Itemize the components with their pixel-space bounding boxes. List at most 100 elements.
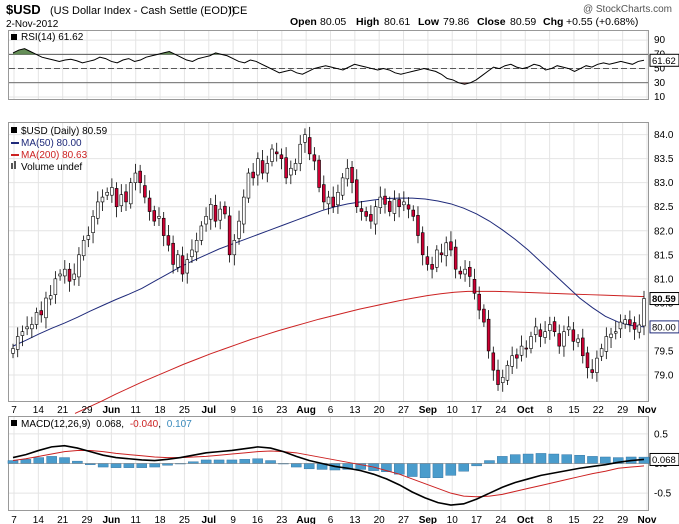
candle-body bbox=[213, 204, 218, 222]
price-x-tick-label: 20 bbox=[374, 405, 386, 416]
chg-value: +0.55 (+0.68%) bbox=[566, 16, 638, 28]
price-legend: $USD (Daily) 80.59 MA(50) 80.00 MA(200) … bbox=[11, 126, 108, 173]
candle-body bbox=[124, 191, 128, 203]
macd-histogram-bar bbox=[136, 463, 148, 468]
price-panel-frame bbox=[8, 122, 649, 402]
macd-histogram-bar bbox=[291, 463, 302, 468]
price-x-tick-label: 9 bbox=[230, 405, 236, 416]
macd-x-tick-label: 20 bbox=[374, 515, 386, 524]
candle-body bbox=[519, 345, 524, 356]
price-y-tick-label: 83.5 bbox=[654, 154, 674, 165]
price-x-tick-label: 25 bbox=[179, 405, 191, 416]
macd-x-tick-label: Oct bbox=[517, 515, 534, 524]
candle-body bbox=[143, 185, 147, 198]
macd-x-tick-label: 17 bbox=[471, 515, 483, 524]
candle-body bbox=[190, 249, 194, 258]
macd-histogram-bar bbox=[458, 463, 469, 472]
candle-body bbox=[609, 333, 613, 338]
candle-body bbox=[180, 255, 185, 275]
candle-body bbox=[618, 321, 623, 330]
candle-body bbox=[373, 206, 378, 225]
price-x-tick-label: Jun bbox=[102, 405, 120, 416]
macd-histogram-bar bbox=[548, 453, 560, 464]
price-x-tick-label: Oct bbox=[517, 405, 534, 416]
candle-body bbox=[543, 331, 547, 338]
exchange: ICE bbox=[229, 5, 247, 17]
candle-body bbox=[557, 333, 561, 347]
ma50-last-value: 80.00 bbox=[652, 322, 676, 333]
quote-bar: Open 80.05 High 80.61 Low 79.86 Close 80… bbox=[290, 16, 638, 28]
macd-histogram-bar bbox=[20, 459, 32, 464]
macd-x-tick-label: 7 bbox=[11, 515, 17, 524]
candle-body bbox=[256, 158, 260, 176]
price-x-tick-label: 29 bbox=[617, 405, 629, 416]
high-label: High bbox=[356, 16, 379, 28]
macd-x-tick-label: 11 bbox=[131, 515, 142, 524]
volume-legend-swatch-2 bbox=[14, 161, 16, 169]
rsi-y-tick-label: 90 bbox=[654, 35, 666, 46]
macd-histogram-bar bbox=[600, 456, 611, 464]
candle-body bbox=[477, 293, 481, 311]
macd-x-tick-label: 18 bbox=[155, 515, 167, 524]
candle-body bbox=[48, 295, 53, 300]
price-y-tick-label: 83.0 bbox=[654, 178, 674, 189]
macd-histogram-bar bbox=[239, 459, 251, 464]
macd-legend-signal: -0.040 bbox=[130, 419, 159, 430]
candle-body bbox=[63, 268, 67, 277]
macd-panel bbox=[7, 444, 650, 506]
price-x-tick-label: 14 bbox=[33, 405, 45, 416]
price-last-value: 80.59 bbox=[652, 294, 676, 305]
macd-x-tick-label: 27 bbox=[398, 515, 410, 524]
rsi-panel bbox=[9, 48, 648, 85]
candle-body bbox=[223, 205, 227, 215]
candle-body bbox=[340, 177, 345, 196]
rsi-y-tick-label: 10 bbox=[654, 92, 666, 103]
candle-body bbox=[251, 171, 255, 179]
macd-x-tick-label: 15 bbox=[568, 515, 580, 524]
candle-body bbox=[15, 336, 20, 350]
macd-histogram-bar bbox=[59, 457, 70, 464]
macd-histogram-bar bbox=[97, 463, 109, 468]
candle-body bbox=[72, 273, 76, 280]
candle-body bbox=[30, 324, 34, 330]
macd-histogram-bar bbox=[535, 453, 547, 464]
candle-body bbox=[402, 201, 406, 206]
price-y-tick-label: 81.5 bbox=[654, 250, 674, 261]
candle-body bbox=[227, 215, 232, 256]
candle-body bbox=[105, 191, 109, 196]
macd-x-tick-label: 8 bbox=[547, 515, 553, 524]
candle-body bbox=[482, 308, 486, 323]
candle-body bbox=[185, 259, 189, 274]
candle-body bbox=[552, 321, 557, 333]
candle-body bbox=[392, 199, 397, 214]
macd-x-tick-label: Nov bbox=[638, 515, 657, 524]
macd-x-tick-label: 6 bbox=[328, 515, 334, 524]
candle-body bbox=[157, 216, 161, 219]
candle-body bbox=[39, 310, 44, 316]
macd-x-tick-label: 16 bbox=[252, 515, 264, 524]
price-x-tick-label: 29 bbox=[81, 405, 93, 416]
macd-y-tick-label: 0.5 bbox=[654, 429, 668, 440]
candle-body bbox=[284, 157, 288, 179]
candle-body bbox=[204, 216, 208, 225]
macd-x-tick-label: Sep bbox=[419, 515, 437, 524]
macd-x-tick-label: 29 bbox=[81, 515, 93, 524]
macd-x-tick-label: 21 bbox=[57, 515, 69, 524]
candle-body bbox=[359, 208, 364, 212]
low-label: Low bbox=[418, 16, 440, 28]
macd-x-tick-label: 22 bbox=[593, 515, 605, 524]
price-y-tick-label: 84.0 bbox=[654, 130, 674, 141]
macd-histogram-bar bbox=[471, 463, 482, 467]
price-x-tick-label: 24 bbox=[495, 405, 507, 416]
price-x-tick-label: 8 bbox=[547, 405, 553, 416]
candle-body bbox=[279, 154, 284, 159]
candle-body bbox=[515, 354, 519, 359]
candle-body bbox=[533, 326, 538, 335]
price-x-tick-label: 15 bbox=[568, 405, 580, 416]
price-y-tick-label: 82.0 bbox=[654, 226, 674, 237]
candle-body bbox=[623, 319, 627, 325]
macd-histogram-bar bbox=[419, 463, 431, 478]
candle-body bbox=[387, 201, 392, 212]
price-legend-symbol: $USD (Daily) 80.59 bbox=[21, 126, 108, 137]
macd-x-tick-label: 9 bbox=[230, 515, 236, 524]
